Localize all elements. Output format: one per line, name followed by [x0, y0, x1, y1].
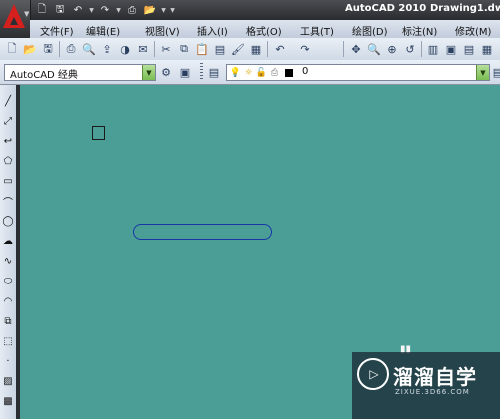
workspace-dropdown[interactable]: AutoCAD 经典 ▼ — [4, 64, 156, 81]
small-square-entity[interactable] — [92, 126, 105, 140]
pan-icon[interactable]: ✥ — [348, 41, 364, 57]
layer-plot-icon[interactable]: ⎙ — [269, 67, 280, 78]
line-icon[interactable]: ╱ — [1, 93, 15, 109]
slot-entity[interactable] — [133, 224, 272, 240]
customize-qat-icon[interactable]: ▼ — [169, 7, 176, 14]
make-object-layer-current-icon[interactable]: ▤ — [490, 64, 500, 80]
layer-lock-icon[interactable]: 🔓 — [256, 67, 267, 78]
draw-toolbar: ╱ ⤢ ↩ ⬠ ▭ ⌒ ◯ ☁ ∿ ⬭ ◠ ⧉ ⬚ · ▨ ▩ — [0, 85, 17, 419]
open-file-icon[interactable]: 📂 — [22, 41, 38, 57]
undo-icon[interactable]: ↶ — [70, 3, 86, 18]
watermark-brand: 溜溜自学 — [393, 365, 477, 389]
open-dropdown-icon[interactable]: ▼ — [160, 7, 167, 14]
standard-toolbar: 🗋 📂 🖫 ⎙ 🔍 ⇪ ◑ ✉ ✂ ⧉ 📋 ▤ 🖌 ▦ ↶ ↷ ✥ 🔍 ⊕ ↺ … — [0, 38, 500, 61]
plot-icon[interactable]: ⎙ — [124, 3, 140, 18]
match-properties-icon[interactable]: 🖌 — [230, 41, 246, 57]
redo-icon[interactable]: ↷ — [97, 3, 113, 18]
redo-tool-icon[interactable]: ↷ — [297, 41, 313, 57]
gradient-icon[interactable]: ▩ — [1, 393, 15, 409]
app-title: AutoCAD 2010 — [345, 3, 427, 14]
chevron-down-icon: ▼ — [476, 65, 489, 80]
hatch-icon[interactable]: ▨ — [1, 373, 15, 389]
save-file-icon[interactable]: 🖫 — [40, 41, 56, 57]
layer-properties-icon[interactable]: ▤ — [206, 64, 222, 80]
cut-icon[interactable]: ✂ — [158, 41, 174, 57]
customize-icon[interactable]: ▣ — [177, 64, 193, 80]
spline-icon[interactable]: ∿ — [1, 253, 15, 269]
publish-icon[interactable]: ⇪ — [99, 41, 115, 57]
new-file-icon[interactable]: 🗋 — [34, 3, 50, 18]
polygon-icon[interactable]: ⬠ — [1, 153, 15, 169]
block-editor-icon[interactable]: ▦ — [248, 41, 264, 57]
paste-icon[interactable]: 📋 — [194, 41, 210, 57]
current-layer-name: 0 — [302, 66, 309, 77]
quick-access-toolbar: 🗋 🖫 ↶ ▼ ↷ ▼ ⎙ 📂 ▼ ▼ — [34, 2, 176, 18]
sun-icon[interactable]: ☼ — [243, 67, 254, 78]
etransmit-icon[interactable]: ✉ — [135, 41, 151, 57]
menu-tools[interactable]: 工具(T) — [300, 23, 334, 38]
construction-line-icon[interactable]: ⤢ — [1, 113, 15, 129]
ellipse-icon[interactable]: ⬭ — [1, 273, 15, 289]
zoom-realtime-icon[interactable]: 🔍 — [366, 41, 382, 57]
design-center-icon[interactable]: ▣ — [443, 41, 459, 57]
arc-icon[interactable]: ⌒ — [1, 193, 15, 209]
menu-view[interactable]: 视图(V) — [145, 23, 180, 38]
redo-dropdown-icon[interactable]: ▼ — [115, 7, 122, 14]
workspaces-layers-toolbar: AutoCAD 经典 ▼ ⚙ ▣ ▤ 💡 ☼ 🔓 ⎙ 0 ▼ ▤ — [0, 60, 500, 85]
copy-icon[interactable]: ⧉ — [176, 41, 192, 57]
menu-file[interactable]: 文件(F) — [40, 23, 74, 38]
menu-insert[interactable]: 插入(I) — [197, 23, 228, 38]
polyline-icon[interactable]: ↩ — [1, 133, 15, 149]
plot-preview-icon[interactable]: 🔍 — [81, 41, 97, 57]
application-menu-button[interactable]: ▼ — [0, 0, 31, 38]
play-logo-icon: ▷ — [357, 358, 389, 390]
zoom-window-icon[interactable]: ⊕ — [384, 41, 400, 57]
menu-dimension[interactable]: 标注(N) — [402, 23, 437, 38]
print-icon[interactable]: ⎙ — [63, 41, 79, 57]
menu-modify[interactable]: 修改(M) — [455, 23, 491, 38]
undo-tool-icon[interactable]: ↶ — [272, 41, 288, 57]
workspace-settings-icon[interactable]: ⚙ — [158, 64, 174, 80]
chevron-down-icon: ▼ — [142, 65, 155, 80]
watermark-url: ZIXUE.3D66.COM — [395, 388, 470, 396]
open-icon[interactable]: 📂 — [142, 3, 158, 18]
lightbulb-icon[interactable]: 💡 — [230, 67, 241, 78]
layer-color-swatch-icon[interactable] — [283, 67, 294, 78]
document-title: Drawing1.dwg — [430, 3, 500, 14]
chevron-down-icon: ▼ — [24, 10, 30, 18]
menu-edit[interactable]: 编辑(E) — [86, 23, 120, 38]
zoom-previous-icon[interactable]: ↺ — [402, 41, 418, 57]
undo-dropdown-icon[interactable]: ▼ — [88, 7, 95, 14]
menu-draw[interactable]: 绘图(D) — [352, 23, 388, 38]
point-icon[interactable]: · — [1, 353, 15, 369]
rectangle-icon[interactable]: ▭ — [1, 173, 15, 189]
qnew-icon[interactable]: 🗋 — [4, 41, 20, 57]
insert-block-icon[interactable]: ⧉ — [1, 313, 15, 329]
make-block-icon[interactable]: ⬚ — [1, 333, 15, 349]
toolbar-grip[interactable] — [200, 63, 203, 80]
layer-dropdown[interactable]: 💡 ☼ 🔓 ⎙ 0 ▼ — [226, 64, 490, 81]
save-icon[interactable]: 🖫 — [52, 3, 68, 18]
ellipse-arc-icon[interactable]: ◠ — [1, 293, 15, 309]
properties-icon[interactable]: ▥ — [425, 41, 441, 57]
revision-cloud-icon[interactable]: ☁ — [1, 233, 15, 249]
sheet-set-icon[interactable]: ▦ — [479, 41, 495, 57]
paste-block-icon[interactable]: ▤ — [212, 41, 228, 57]
tool-palettes-icon[interactable]: ▤ — [461, 41, 477, 57]
3d-dwf-icon[interactable]: ◑ — [117, 41, 133, 57]
circle-icon[interactable]: ◯ — [1, 213, 15, 229]
menu-bar: 文件(F) 编辑(E) 视图(V) 插入(I) 格式(O) 工具(T) 绘图(D… — [30, 20, 500, 39]
menu-format[interactable]: 格式(O) — [246, 23, 282, 38]
workspace-selected: AutoCAD 经典 — [10, 70, 78, 81]
